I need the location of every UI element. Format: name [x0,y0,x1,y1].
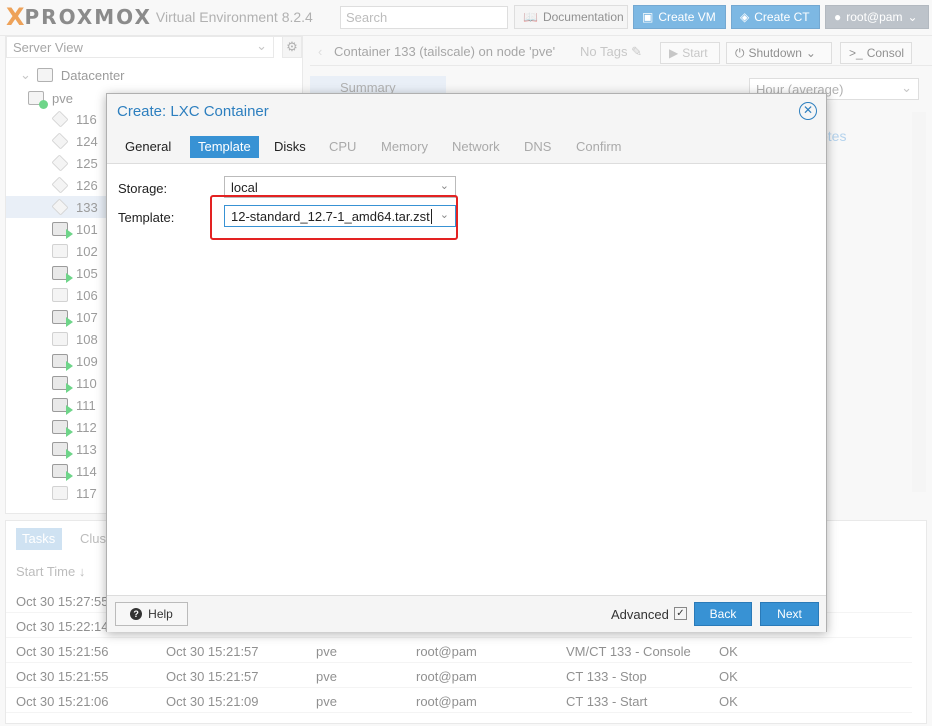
tab-template[interactable]: Template [190,136,259,158]
question-icon: ? [130,608,143,620]
tab-cpu[interactable]: CPU [321,136,364,158]
chevron-down-icon: ⌄ [439,180,449,192]
advanced-checkbox[interactable]: ✓ [674,607,687,620]
create-lxc-dialog: Create: LXC Container ✕ General Template D… [106,93,827,632]
tab-general[interactable]: General [117,136,179,158]
advanced-label: Advanced [611,607,669,622]
close-icon[interactable]: ✕ [799,102,817,120]
dialog-title: Create: LXC Container [117,103,269,120]
tab-dns[interactable]: DNS [516,136,559,158]
tab-network[interactable]: Network [444,136,508,158]
next-button[interactable]: Next [760,602,819,626]
tab-disks[interactable]: Disks [266,136,314,158]
back-button[interactable]: Back [694,602,752,626]
template-label: Template: [118,210,175,225]
tab-confirm[interactable]: Confirm [568,136,630,158]
tab-memory[interactable]: Memory [373,136,436,158]
help-button[interactable]: ? Help [115,602,188,626]
highlight-box [210,195,458,240]
storage-label: Storage: [118,181,168,196]
